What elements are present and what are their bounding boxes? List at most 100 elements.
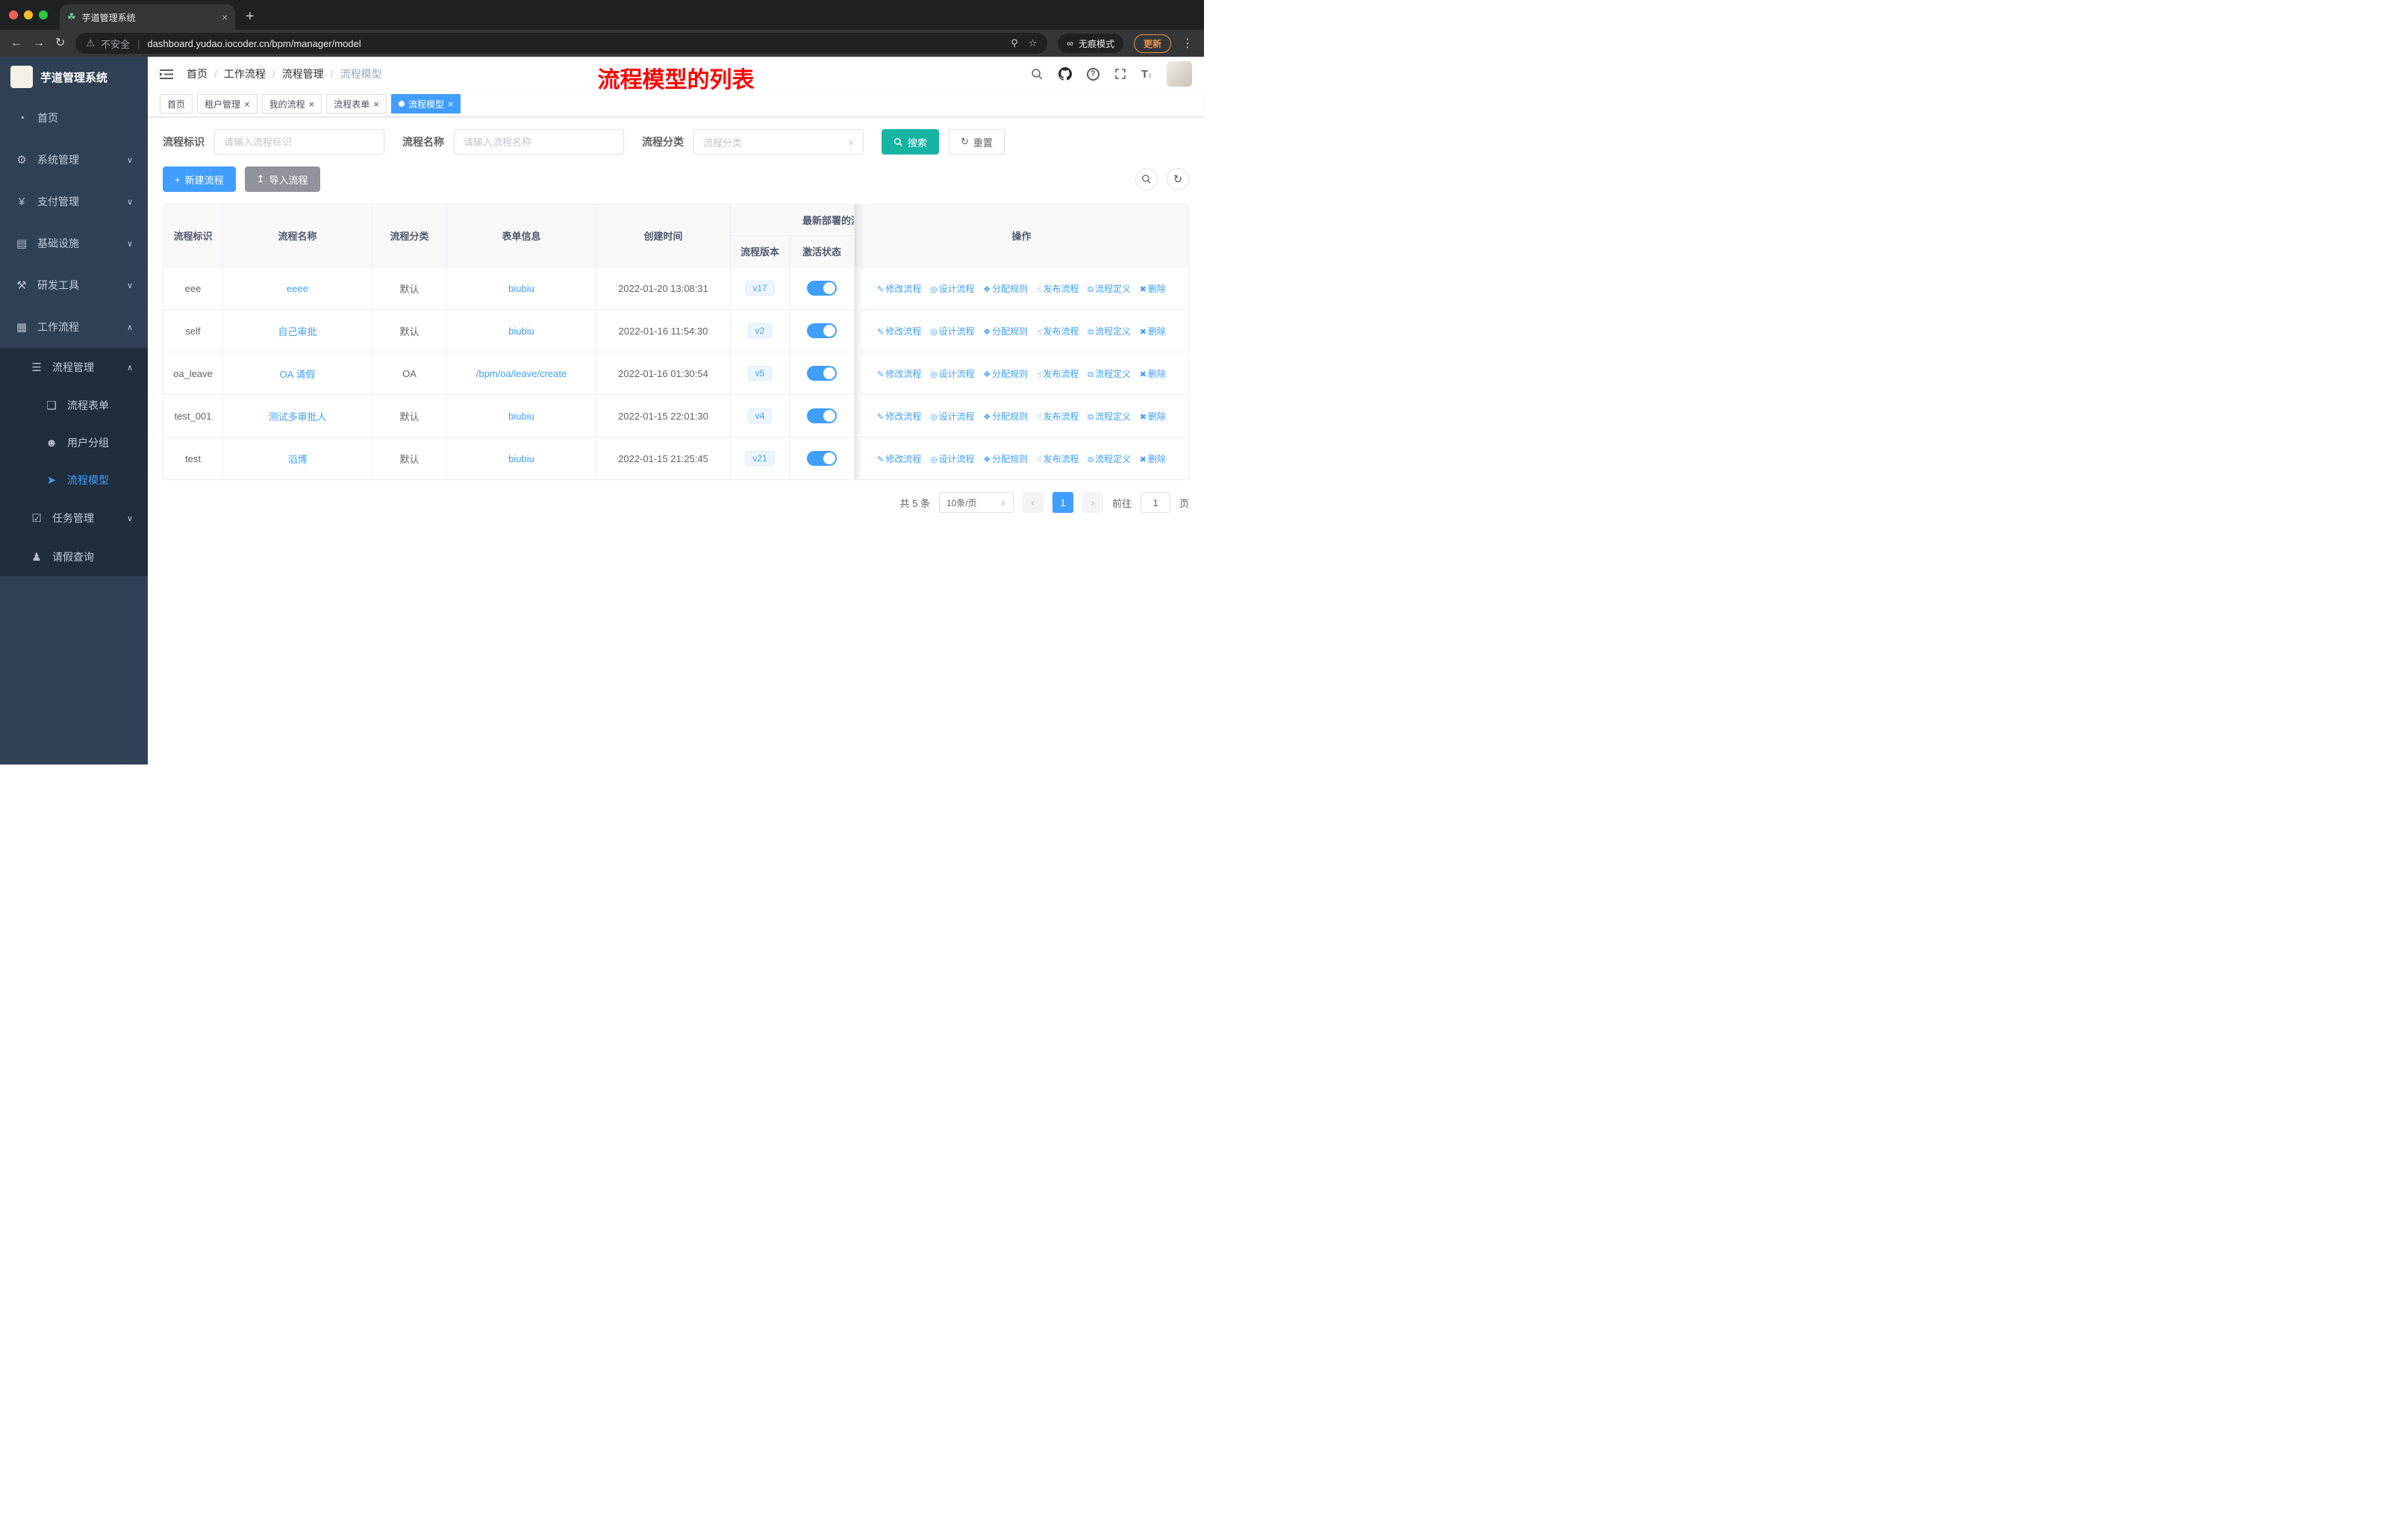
breadcrumb-item-process-management[interactable]: 流程管理	[282, 66, 324, 81]
reload-button[interactable]: ↻	[55, 37, 65, 49]
row-action-button[interactable]: ✎ 修改流程	[877, 410, 921, 423]
tag-process-model[interactable]: 流程模型 ×	[390, 94, 461, 113]
row-action-button[interactable]: ✖ 删除	[1140, 325, 1166, 337]
import-process-button[interactable]: ↥ 导入流程	[244, 166, 320, 192]
row-action-button[interactable]: ✖ 删除	[1140, 452, 1166, 465]
window-minimize-button[interactable]	[24, 10, 33, 19]
sidebar-item-process-model[interactable]: ➤ 流程模型	[0, 461, 148, 499]
back-button[interactable]: ←	[10, 37, 22, 49]
row-action-button[interactable]: ✎ 修改流程	[877, 452, 921, 465]
password-key-icon[interactable]: ⚲	[1011, 37, 1018, 49]
security-label[interactable]: 不安全	[101, 37, 130, 51]
sidebar-item[interactable]: ¥ 支付管理 ∨	[0, 181, 148, 222]
active-toggle[interactable]	[807, 451, 837, 466]
row-action-button[interactable]: ◎ 设计流程	[930, 325, 975, 337]
tag-tenant-management[interactable]: 租户管理 ×	[197, 94, 258, 113]
row-action-button[interactable]: ☝ 发布流程	[1037, 367, 1079, 380]
sidebar-item-process-management[interactable]: ☰ 流程管理 ∧	[0, 348, 148, 387]
active-toggle[interactable]	[807, 366, 837, 381]
browser-tab[interactable]: ☘ 芋道管理系统 ×	[60, 4, 235, 30]
process-name-input[interactable]	[454, 129, 624, 155]
sidebar-item[interactable]: ▦ 工作流程 ∧	[0, 306, 148, 348]
avatar[interactable]	[1167, 61, 1192, 87]
form-info-link[interactable]: biubiu	[508, 326, 534, 337]
window-maximize-button[interactable]	[39, 10, 48, 19]
tag-close-icon[interactable]: ×	[309, 99, 315, 110]
process-name-link[interactable]: OA 请假	[280, 369, 316, 380]
row-action-button[interactable]: ❖ 分配规则	[983, 282, 1028, 295]
row-action-button[interactable]: ◎ 设计流程	[930, 452, 975, 465]
create-process-button[interactable]: + 新建流程	[163, 166, 236, 192]
process-name-link[interactable]: eeee	[287, 283, 308, 294]
row-action-button[interactable]: ✎ 修改流程	[877, 325, 921, 337]
active-toggle[interactable]	[807, 281, 837, 296]
row-action-button[interactable]: ❖ 分配规则	[983, 410, 1028, 423]
breadcrumb-item-home[interactable]: 首页	[187, 66, 208, 81]
text-size-icon[interactable]: T↕	[1141, 68, 1152, 81]
process-key-input[interactable]	[214, 129, 384, 155]
row-action-button[interactable]: ✖ 删除	[1140, 410, 1166, 423]
reset-button[interactable]: ↻ 重置	[949, 129, 1005, 155]
next-page-button[interactable]: ›	[1082, 492, 1103, 513]
page-url[interactable]: dashboard.yudao.iocoder.cn/bpm/manager/m…	[147, 38, 361, 49]
row-action-button[interactable]: ◎ 设计流程	[930, 282, 975, 295]
row-action-button[interactable]: ☝ 发布流程	[1037, 410, 1079, 423]
row-action-button[interactable]: ⧉ 流程定义	[1088, 367, 1131, 380]
sidebar-item[interactable]: ◔ 首页	[0, 97, 148, 139]
form-info-link[interactable]: biubiu	[508, 411, 534, 422]
row-action-button[interactable]: ◎ 设计流程	[930, 410, 975, 423]
process-name-link[interactable]: 自己审批	[278, 326, 316, 337]
new-tab-button[interactable]: +	[246, 9, 255, 24]
row-action-button[interactable]: ✎ 修改流程	[877, 367, 921, 380]
row-action-button[interactable]: ☝ 发布流程	[1037, 282, 1079, 295]
tag-close-icon[interactable]: ×	[244, 99, 250, 110]
row-action-button[interactable]: ✎ 修改流程	[877, 282, 921, 295]
bookmark-star-icon[interactable]: ☆	[1029, 37, 1038, 49]
version-badge[interactable]: v5	[747, 366, 773, 381]
sidebar-item-leave-query[interactable]: ♟ 请假查询	[0, 538, 148, 576]
github-icon[interactable]	[1058, 67, 1072, 81]
row-action-button[interactable]: ❖ 分配规则	[983, 325, 1028, 337]
form-info-link[interactable]: biubiu	[508, 283, 534, 294]
row-action-button[interactable]: ❖ 分配规则	[983, 367, 1028, 380]
tag-my-process[interactable]: 我的流程 ×	[261, 94, 322, 113]
version-badge[interactable]: v4	[747, 408, 773, 423]
toggle-search-button[interactable]	[1135, 168, 1158, 190]
row-action-button[interactable]: ❖ 分配规则	[983, 452, 1028, 465]
sidebar-item-process-form[interactable]: ❏ 流程表单	[0, 387, 148, 424]
row-action-button[interactable]: ☝ 发布流程	[1037, 325, 1079, 337]
search-button[interactable]: 搜索	[882, 129, 940, 155]
version-badge[interactable]: v17	[745, 281, 775, 296]
search-icon[interactable]	[1031, 68, 1044, 81]
row-action-button[interactable]: ⧉ 流程定义	[1088, 452, 1131, 465]
refresh-button[interactable]: ↻	[1167, 168, 1189, 190]
hamburger-icon[interactable]	[160, 69, 173, 80]
row-action-button[interactable]: ✖ 删除	[1140, 367, 1166, 380]
active-toggle[interactable]	[807, 323, 837, 338]
address-bar[interactable]: ⚠ 不安全 | dashboard.yudao.iocoder.cn/bpm/m…	[75, 33, 1048, 54]
help-icon[interactable]: ?	[1086, 67, 1099, 81]
tag-home[interactable]: 首页	[160, 94, 193, 113]
sidebar-item-user-group[interactable]: ☻ 用户分组	[0, 424, 148, 461]
tag-close-icon[interactable]: ×	[448, 99, 454, 110]
process-category-select[interactable]: 流程分类 ∨	[693, 129, 864, 155]
form-info-link[interactable]: biubiu	[508, 453, 534, 464]
sidebar-item-task-management[interactable]: ☑ 任务管理 ∨	[0, 499, 148, 538]
tab-close-icon[interactable]: ×	[222, 11, 228, 23]
window-close-button[interactable]	[9, 10, 18, 19]
browser-update-button[interactable]: 更新	[1133, 34, 1171, 53]
row-action-button[interactable]: ☝ 发布流程	[1037, 452, 1079, 465]
forward-button[interactable]: →	[33, 37, 45, 49]
sidebar-item[interactable]: ⚙ 系统管理 ∨	[0, 139, 148, 181]
row-action-button[interactable]: ✖ 删除	[1140, 282, 1166, 295]
form-info-link[interactable]: /bpm/oa/leave/create	[476, 368, 567, 379]
breadcrumb-item-workflow[interactable]: 工作流程	[224, 66, 266, 81]
tag-process-form[interactable]: 流程表单 ×	[326, 94, 387, 113]
version-badge[interactable]: v2	[747, 323, 773, 338]
tag-close-icon[interactable]: ×	[373, 99, 379, 110]
row-action-button[interactable]: ◎ 设计流程	[930, 367, 975, 380]
process-name-link[interactable]: 测试多审批人	[268, 411, 326, 423]
incognito-badge[interactable]: ∞ 无痕模式	[1058, 34, 1123, 53]
sidebar-item[interactable]: ⚒ 研发工具 ∨	[0, 264, 148, 306]
page-size-select[interactable]: 10条/页 ∨	[938, 492, 1014, 513]
